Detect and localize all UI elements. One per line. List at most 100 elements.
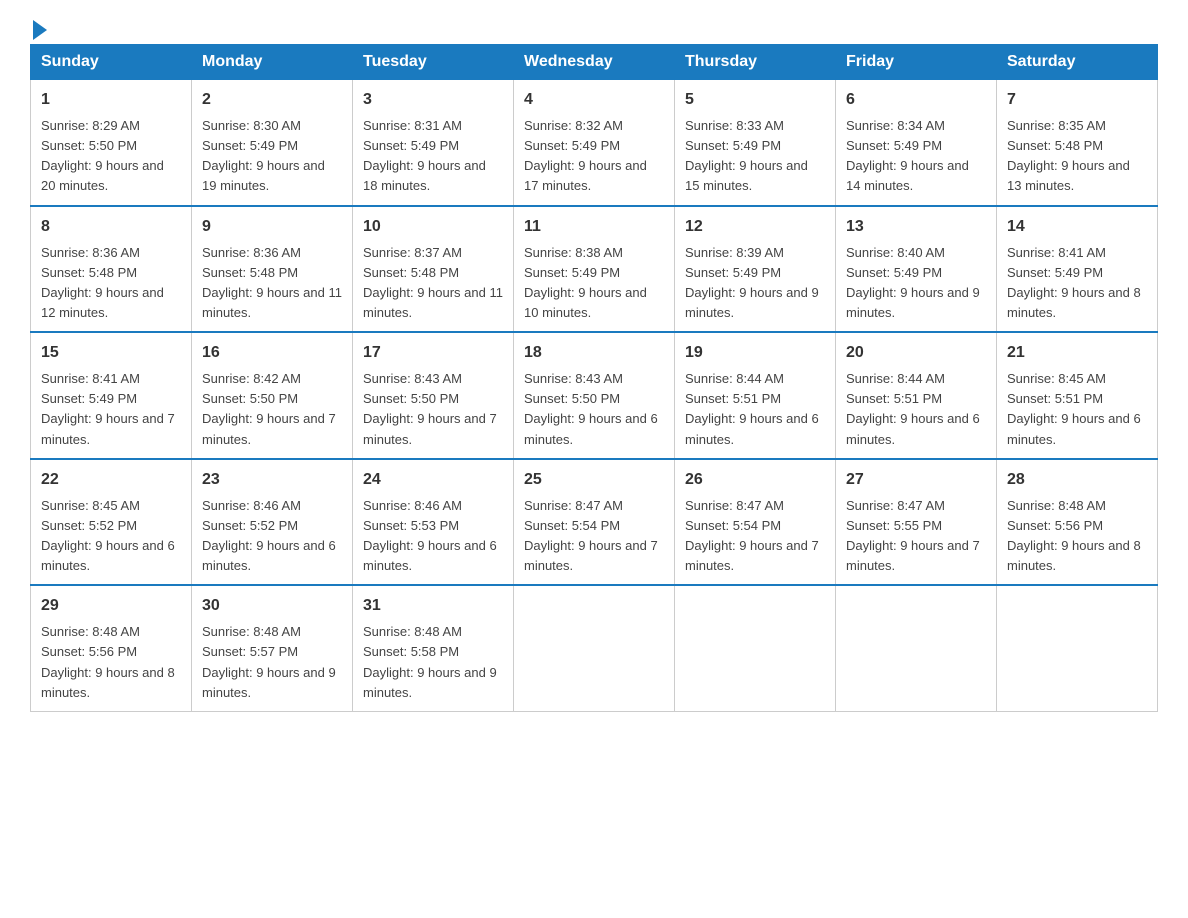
calendar-cell: 30 Sunrise: 8:48 AMSunset: 5:57 PMDayligh… bbox=[192, 585, 353, 711]
calendar-cell: 27 Sunrise: 8:47 AMSunset: 5:55 PMDayligh… bbox=[836, 459, 997, 586]
page-header bbox=[30, 20, 1158, 34]
calendar-cell: 28 Sunrise: 8:48 AMSunset: 5:56 PMDayligh… bbox=[997, 459, 1158, 586]
day-info: Sunrise: 8:36 AMSunset: 5:48 PMDaylight:… bbox=[202, 243, 342, 324]
day-number: 28 bbox=[1007, 468, 1147, 492]
calendar-cell: 7 Sunrise: 8:35 AMSunset: 5:48 PMDaylight… bbox=[997, 80, 1158, 206]
day-number: 14 bbox=[1007, 215, 1147, 239]
day-number: 4 bbox=[524, 88, 664, 112]
day-info: Sunrise: 8:41 AMSunset: 5:49 PMDaylight:… bbox=[1007, 243, 1147, 324]
logo-triangle-icon bbox=[33, 20, 47, 40]
logo bbox=[30, 20, 47, 34]
day-number: 29 bbox=[41, 594, 181, 618]
calendar-cell: 21 Sunrise: 8:45 AMSunset: 5:51 PMDayligh… bbox=[997, 332, 1158, 459]
day-number: 19 bbox=[685, 341, 825, 365]
calendar-cell: 20 Sunrise: 8:44 AMSunset: 5:51 PMDayligh… bbox=[836, 332, 997, 459]
calendar-cell: 31Sunrise: 8:48 AMSunset: 5:58 PMDayligh… bbox=[353, 585, 514, 711]
day-number: 21 bbox=[1007, 341, 1147, 365]
calendar-cell: 11 Sunrise: 8:38 AMSunset: 5:49 PMDayligh… bbox=[514, 206, 675, 333]
day-number: 31 bbox=[363, 594, 503, 618]
day-number: 11 bbox=[524, 215, 664, 239]
calendar-cell: 15 Sunrise: 8:41 AMSunset: 5:49 PMDayligh… bbox=[31, 332, 192, 459]
header-friday: Friday bbox=[836, 45, 997, 80]
day-info: Sunrise: 8:44 AMSunset: 5:51 PMDaylight:… bbox=[685, 369, 825, 450]
calendar-cell: 14 Sunrise: 8:41 AMSunset: 5:49 PMDayligh… bbox=[997, 206, 1158, 333]
calendar-cell bbox=[675, 585, 836, 711]
day-number: 23 bbox=[202, 468, 342, 492]
calendar-header-row: SundayMondayTuesdayWednesdayThursdayFrid… bbox=[31, 45, 1158, 80]
day-info: Sunrise: 8:45 AMSunset: 5:52 PMDaylight:… bbox=[41, 496, 181, 577]
day-info: Sunrise: 8:29 AMSunset: 5:50 PMDaylight:… bbox=[41, 116, 181, 197]
header-saturday: Saturday bbox=[997, 45, 1158, 80]
day-number: 20 bbox=[846, 341, 986, 365]
day-number: 9 bbox=[202, 215, 342, 239]
day-info: Sunrise: 8:40 AMSunset: 5:49 PMDaylight:… bbox=[846, 243, 986, 324]
calendar-cell: 29 Sunrise: 8:48 AMSunset: 5:56 PMDayligh… bbox=[31, 585, 192, 711]
day-number: 15 bbox=[41, 341, 181, 365]
header-monday: Monday bbox=[192, 45, 353, 80]
calendar-cell: 16 Sunrise: 8:42 AMSunset: 5:50 PMDayligh… bbox=[192, 332, 353, 459]
day-info: Sunrise: 8:47 AMSunset: 5:54 PMDaylight:… bbox=[524, 496, 664, 577]
calendar-cell: 26 Sunrise: 8:47 AMSunset: 5:54 PMDayligh… bbox=[675, 459, 836, 586]
day-number: 13 bbox=[846, 215, 986, 239]
day-info: Sunrise: 8:48 AMSunset: 5:56 PMDaylight:… bbox=[1007, 496, 1147, 577]
day-info: Sunrise: 8:46 AMSunset: 5:53 PMDaylight:… bbox=[363, 496, 503, 577]
calendar-cell: 6Sunrise: 8:34 AMSunset: 5:49 PMDaylight… bbox=[836, 80, 997, 206]
day-info: Sunrise: 8:45 AMSunset: 5:51 PMDaylight:… bbox=[1007, 369, 1147, 450]
calendar-cell: 8Sunrise: 8:36 AMSunset: 5:48 PMDaylight… bbox=[31, 206, 192, 333]
day-number: 6 bbox=[846, 88, 986, 112]
header-tuesday: Tuesday bbox=[353, 45, 514, 80]
day-info: Sunrise: 8:32 AMSunset: 5:49 PMDaylight:… bbox=[524, 116, 664, 197]
day-info: Sunrise: 8:47 AMSunset: 5:55 PMDaylight:… bbox=[846, 496, 986, 577]
day-number: 27 bbox=[846, 468, 986, 492]
day-info: Sunrise: 8:35 AMSunset: 5:48 PMDaylight:… bbox=[1007, 116, 1147, 197]
calendar-cell bbox=[836, 585, 997, 711]
day-info: Sunrise: 8:43 AMSunset: 5:50 PMDaylight:… bbox=[524, 369, 664, 450]
calendar-cell: 2 Sunrise: 8:30 AMSunset: 5:49 PMDaylight… bbox=[192, 80, 353, 206]
day-number: 26 bbox=[685, 468, 825, 492]
day-info: Sunrise: 8:47 AMSunset: 5:54 PMDaylight:… bbox=[685, 496, 825, 577]
day-info: Sunrise: 8:41 AMSunset: 5:49 PMDaylight:… bbox=[41, 369, 181, 450]
day-info: Sunrise: 8:38 AMSunset: 5:49 PMDaylight:… bbox=[524, 243, 664, 324]
day-info: Sunrise: 8:48 AMSunset: 5:57 PMDaylight:… bbox=[202, 622, 342, 703]
day-info: Sunrise: 8:39 AMSunset: 5:49 PMDaylight:… bbox=[685, 243, 825, 324]
calendar-week-row: 29 Sunrise: 8:48 AMSunset: 5:56 PMDayligh… bbox=[31, 585, 1158, 711]
calendar-cell bbox=[997, 585, 1158, 711]
logo-general-text bbox=[30, 20, 47, 40]
header-sunday: Sunday bbox=[31, 45, 192, 80]
day-info: Sunrise: 8:37 AMSunset: 5:48 PMDaylight:… bbox=[363, 243, 503, 324]
day-info: Sunrise: 8:44 AMSunset: 5:51 PMDaylight:… bbox=[846, 369, 986, 450]
calendar-cell: 5 Sunrise: 8:33 AMSunset: 5:49 PMDaylight… bbox=[675, 80, 836, 206]
calendar-cell: 17Sunrise: 8:43 AMSunset: 5:50 PMDayligh… bbox=[353, 332, 514, 459]
calendar-cell: 24 Sunrise: 8:46 AMSunset: 5:53 PMDayligh… bbox=[353, 459, 514, 586]
day-number: 5 bbox=[685, 88, 825, 112]
calendar-cell: 18Sunrise: 8:43 AMSunset: 5:50 PMDayligh… bbox=[514, 332, 675, 459]
day-info: Sunrise: 8:33 AMSunset: 5:49 PMDaylight:… bbox=[685, 116, 825, 197]
calendar-cell: 19 Sunrise: 8:44 AMSunset: 5:51 PMDayligh… bbox=[675, 332, 836, 459]
day-number: 3 bbox=[363, 88, 503, 112]
day-number: 1 bbox=[41, 88, 181, 112]
day-info: Sunrise: 8:43 AMSunset: 5:50 PMDaylight:… bbox=[363, 369, 503, 450]
calendar-cell bbox=[514, 585, 675, 711]
day-number: 16 bbox=[202, 341, 342, 365]
calendar-cell: 10Sunrise: 8:37 AMSunset: 5:48 PMDayligh… bbox=[353, 206, 514, 333]
calendar-week-row: 8 Sunrise: 8:36 AMSunset: 5:48 PMDaylight… bbox=[31, 206, 1158, 333]
day-number: 8 bbox=[41, 215, 181, 239]
day-number: 25 bbox=[524, 468, 664, 492]
calendar-cell: 12 Sunrise: 8:39 AMSunset: 5:49 PMDayligh… bbox=[675, 206, 836, 333]
calendar-week-row: 15 Sunrise: 8:41 AMSunset: 5:49 PMDayligh… bbox=[31, 332, 1158, 459]
day-number: 7 bbox=[1007, 88, 1147, 112]
day-number: 22 bbox=[41, 468, 181, 492]
day-info: Sunrise: 8:30 AMSunset: 5:49 PMDaylight:… bbox=[202, 116, 342, 197]
day-number: 24 bbox=[363, 468, 503, 492]
calendar-cell: 3Sunrise: 8:31 AMSunset: 5:49 PMDaylight… bbox=[353, 80, 514, 206]
day-info: Sunrise: 8:46 AMSunset: 5:52 PMDaylight:… bbox=[202, 496, 342, 577]
day-number: 12 bbox=[685, 215, 825, 239]
day-info: Sunrise: 8:48 AMSunset: 5:56 PMDaylight:… bbox=[41, 622, 181, 703]
calendar-cell: 4 Sunrise: 8:32 AMSunset: 5:49 PMDaylight… bbox=[514, 80, 675, 206]
calendar-week-row: 22 Sunrise: 8:45 AMSunset: 5:52 PMDayligh… bbox=[31, 459, 1158, 586]
day-number: 30 bbox=[202, 594, 342, 618]
calendar-week-row: 1 Sunrise: 8:29 AMSunset: 5:50 PMDaylight… bbox=[31, 80, 1158, 206]
day-number: 2 bbox=[202, 88, 342, 112]
calendar-cell: 1 Sunrise: 8:29 AMSunset: 5:50 PMDaylight… bbox=[31, 80, 192, 206]
day-info: Sunrise: 8:42 AMSunset: 5:50 PMDaylight:… bbox=[202, 369, 342, 450]
